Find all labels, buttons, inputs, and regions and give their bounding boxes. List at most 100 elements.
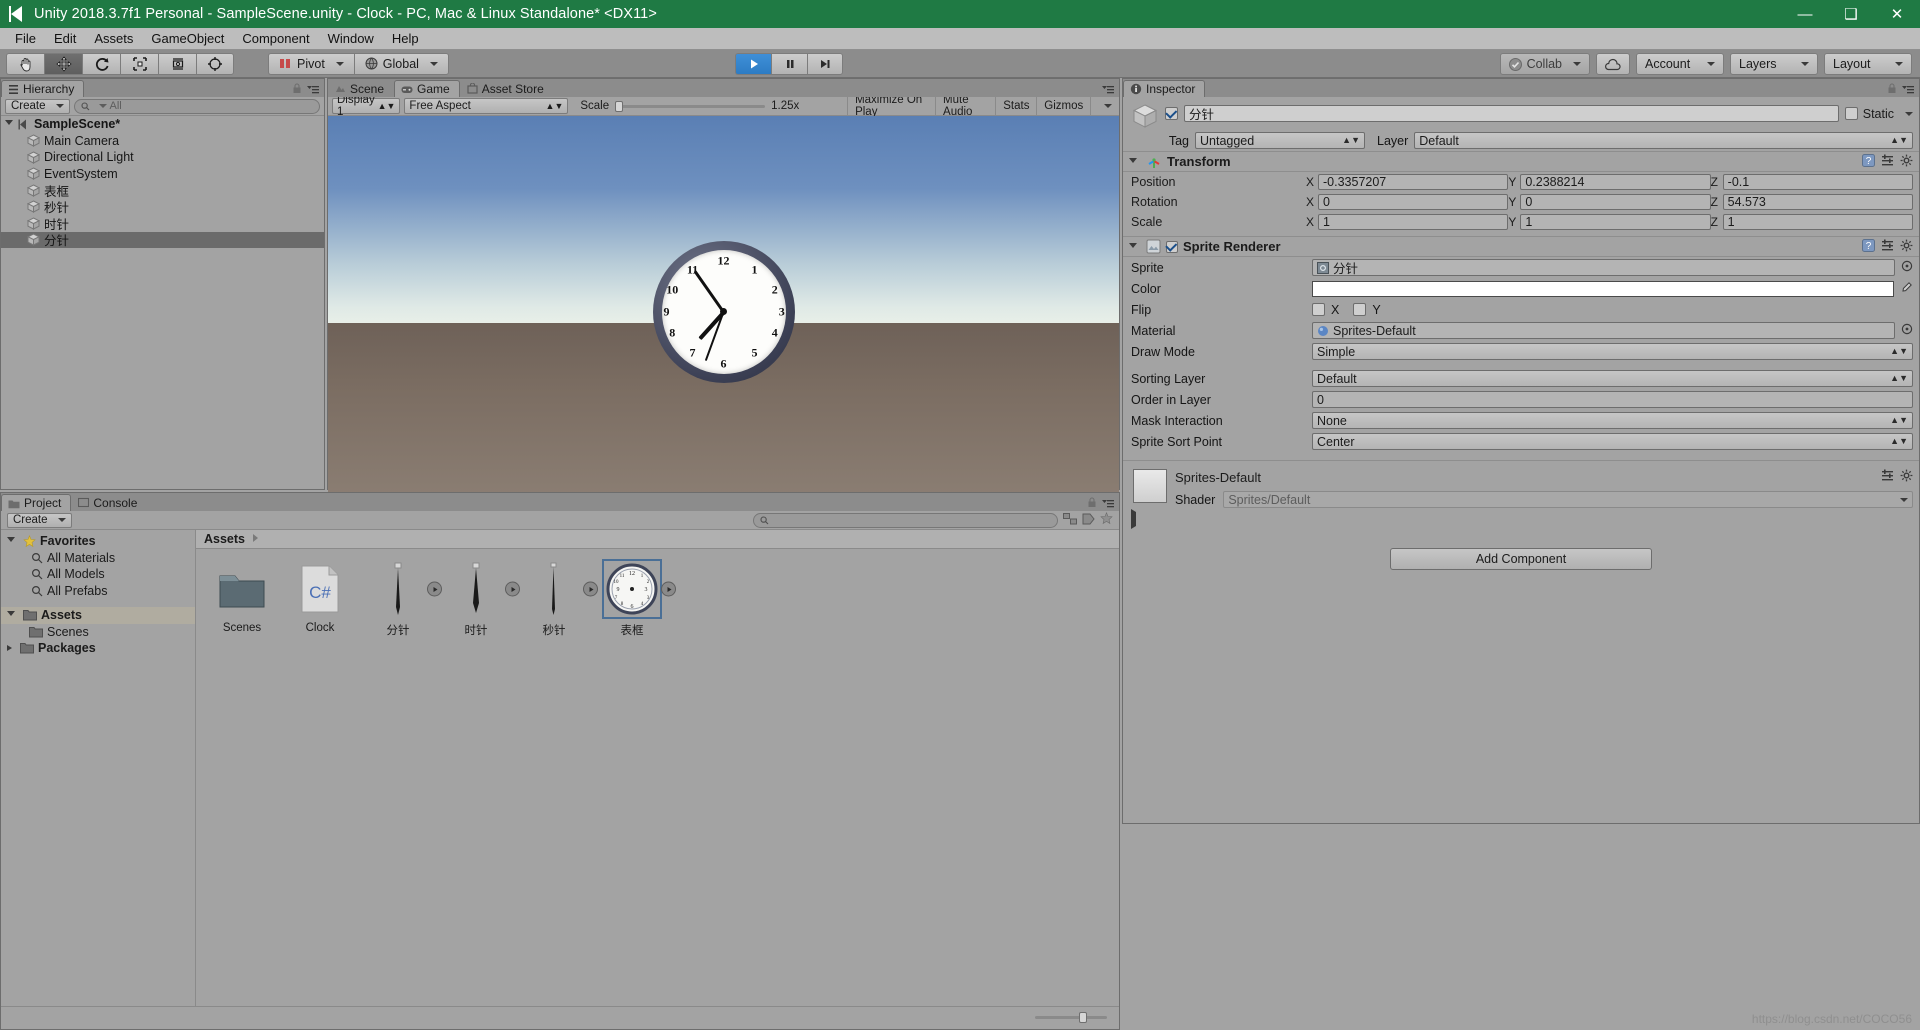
gear-icon[interactable] bbox=[1900, 469, 1913, 485]
play-button[interactable] bbox=[735, 53, 771, 75]
chevron-right-icon[interactable] bbox=[7, 645, 12, 652]
asset-item-shizhen[interactable]: 时针 bbox=[448, 561, 520, 638]
lock-icon[interactable] bbox=[1087, 497, 1097, 511]
hierarchy-item-directional-light[interactable]: Directional Light bbox=[1, 149, 324, 166]
scale-control[interactable]: Scale 1.25x bbox=[580, 100, 799, 112]
chevron-down-icon[interactable] bbox=[5, 120, 13, 128]
project-create-button[interactable]: Create bbox=[7, 512, 72, 528]
mask-interaction-dropdown[interactable]: None ▲▼ bbox=[1312, 412, 1913, 429]
shader-dropdown[interactable]: Sprites/Default bbox=[1223, 491, 1913, 508]
tree-item-scenes[interactable]: Scenes bbox=[1, 624, 195, 641]
project-search-input[interactable] bbox=[753, 512, 1058, 528]
sprite-renderer-enabled-checkbox[interactable] bbox=[1166, 240, 1178, 253]
minimize-button[interactable]: — bbox=[1782, 0, 1828, 28]
scale-z-field[interactable]: 1 bbox=[1722, 214, 1913, 230]
layer-dropdown[interactable]: Default ▲▼ bbox=[1414, 132, 1913, 149]
tab-asset-store[interactable]: Asset Store bbox=[459, 80, 554, 97]
gizmos-dropdown[interactable]: Gizmos bbox=[1037, 97, 1090, 116]
menu-file[interactable]: File bbox=[6, 29, 45, 48]
asset-item-scenes[interactable]: Scenes bbox=[214, 561, 270, 638]
position-z-field[interactable]: -0.1 bbox=[1722, 174, 1913, 190]
tab-scene[interactable]: Scene bbox=[328, 80, 395, 97]
account-dropdown[interactable]: Account bbox=[1636, 53, 1724, 75]
sprite-expand-icon[interactable] bbox=[583, 581, 598, 597]
scale-tool-button[interactable] bbox=[120, 52, 158, 75]
sprite-expand-icon[interactable] bbox=[505, 581, 520, 597]
preset-icon[interactable] bbox=[1881, 239, 1894, 255]
asset-item-clock[interactable]: C# Clock bbox=[292, 561, 348, 638]
scale-slider-knob[interactable] bbox=[615, 100, 624, 112]
rect-tool-button[interactable] bbox=[158, 52, 196, 75]
search-filter-type-icon[interactable] bbox=[1063, 512, 1077, 528]
add-component-button[interactable]: Add Component bbox=[1390, 548, 1652, 570]
stats-toggle[interactable]: Stats bbox=[996, 97, 1036, 116]
hierarchy-item-eventsystem[interactable]: EventSystem bbox=[1, 166, 324, 183]
tab-game[interactable]: Game bbox=[394, 80, 460, 97]
asset-item-fenzhen[interactable]: 分针 bbox=[370, 561, 442, 638]
favorite-star-icon[interactable] bbox=[1100, 512, 1113, 528]
pause-button[interactable] bbox=[771, 53, 807, 75]
menu-window[interactable]: Window bbox=[319, 29, 383, 48]
cloud-services-button[interactable] bbox=[1596, 53, 1630, 75]
tab-console[interactable]: Console bbox=[71, 494, 148, 511]
close-button[interactable]: ✕ bbox=[1874, 0, 1920, 28]
tab-inspector[interactable]: Inspector bbox=[1123, 80, 1206, 97]
maximize-button[interactable]: ❑ bbox=[1828, 0, 1874, 28]
search-filter-label-icon[interactable] bbox=[1082, 513, 1095, 528]
hierarchy-item-main-camera[interactable]: Main Camera bbox=[1, 133, 324, 150]
help-icon[interactable]: ? bbox=[1862, 153, 1875, 170]
favorites-all-prefabs[interactable]: All Prefabs bbox=[1, 583, 195, 600]
maximize-on-play-toggle[interactable]: Maximize On Play bbox=[848, 94, 935, 118]
rotation-x-field[interactable]: 0 bbox=[1318, 194, 1509, 210]
panel-menu-icon[interactable] bbox=[1102, 497, 1114, 511]
tag-dropdown[interactable]: Untagged ▲▼ bbox=[1195, 132, 1365, 149]
help-icon[interactable]: ? bbox=[1862, 238, 1875, 255]
gear-icon[interactable] bbox=[1900, 239, 1913, 255]
pivot-toggle[interactable]: Pivot bbox=[268, 52, 354, 75]
panel-menu-icon[interactable] bbox=[1902, 83, 1914, 97]
asset-zoom-knob[interactable] bbox=[1079, 1012, 1087, 1023]
position-x-field[interactable]: -0.3357207 bbox=[1318, 174, 1509, 190]
sprite-object-field[interactable]: 分针 bbox=[1312, 259, 1895, 276]
object-picker-icon[interactable] bbox=[1901, 323, 1913, 338]
panel-menu-icon[interactable] bbox=[307, 83, 319, 97]
hierarchy-item-biaokuang[interactable]: 表框 bbox=[1, 182, 324, 199]
chevron-down-icon[interactable] bbox=[1129, 157, 1137, 166]
hierarchy-search-input[interactable]: All bbox=[73, 98, 320, 114]
asset-item-biaokuang[interactable]: 12 3 6 9 11 1 2 10 8 4 3 7 表框 bbox=[602, 559, 676, 638]
hierarchy-create-button[interactable]: Create bbox=[5, 98, 70, 114]
move-tool-button[interactable] bbox=[44, 52, 82, 75]
chevron-down-icon[interactable] bbox=[7, 611, 15, 619]
lock-icon[interactable] bbox=[1887, 83, 1897, 97]
preset-icon[interactable] bbox=[1881, 154, 1894, 170]
hand-tool-button[interactable] bbox=[6, 52, 44, 75]
lock-icon[interactable] bbox=[292, 83, 302, 97]
menu-edit[interactable]: Edit bbox=[45, 29, 85, 48]
flip-x-checkbox[interactable] bbox=[1312, 303, 1325, 316]
material-object-field[interactable]: Sprites-Default bbox=[1312, 322, 1895, 339]
collab-button[interactable]: Collab bbox=[1499, 53, 1590, 75]
chevron-down-icon[interactable] bbox=[1905, 111, 1913, 116]
sprite-renderer-component-header[interactable]: Sprite Renderer ? bbox=[1123, 236, 1919, 257]
tab-project[interactable]: Project bbox=[1, 494, 72, 511]
layers-dropdown[interactable]: Layers bbox=[1730, 53, 1818, 75]
hierarchy-item-miaozhen[interactable]: 秒针 bbox=[1, 199, 324, 215]
object-active-checkbox[interactable] bbox=[1165, 107, 1178, 120]
sprite-expand-icon[interactable] bbox=[427, 581, 442, 597]
object-name-field[interactable]: 分针 bbox=[1184, 105, 1839, 122]
scale-slider[interactable] bbox=[615, 100, 766, 112]
favorites-all-models[interactable]: All Models bbox=[1, 566, 195, 583]
game-render-canvas[interactable]: 1 2 3 4 5 6 7 8 9 10 11 12 bbox=[328, 116, 1119, 507]
menu-component[interactable]: Component bbox=[233, 29, 318, 48]
tree-item-assets[interactable]: Assets bbox=[1, 607, 195, 624]
global-toggle[interactable]: Global bbox=[353, 52, 449, 75]
order-in-layer-field[interactable]: 0 bbox=[1312, 391, 1913, 408]
favorites-all-materials[interactable]: All Materials bbox=[1, 550, 195, 567]
hierarchy-scene-row[interactable]: SampleScene* bbox=[1, 116, 324, 133]
asset-item-miaozhen[interactable]: 秒针 bbox=[526, 561, 598, 638]
display-dropdown[interactable]: Display 1 ▲▼ bbox=[332, 94, 401, 118]
hierarchy-item-fenzhen[interactable]: 分针 bbox=[1, 231, 324, 248]
rotate-tool-button[interactable] bbox=[82, 52, 120, 75]
asset-zoom-slider[interactable] bbox=[1035, 1012, 1107, 1023]
gizmos-chevron[interactable] bbox=[1091, 97, 1119, 116]
